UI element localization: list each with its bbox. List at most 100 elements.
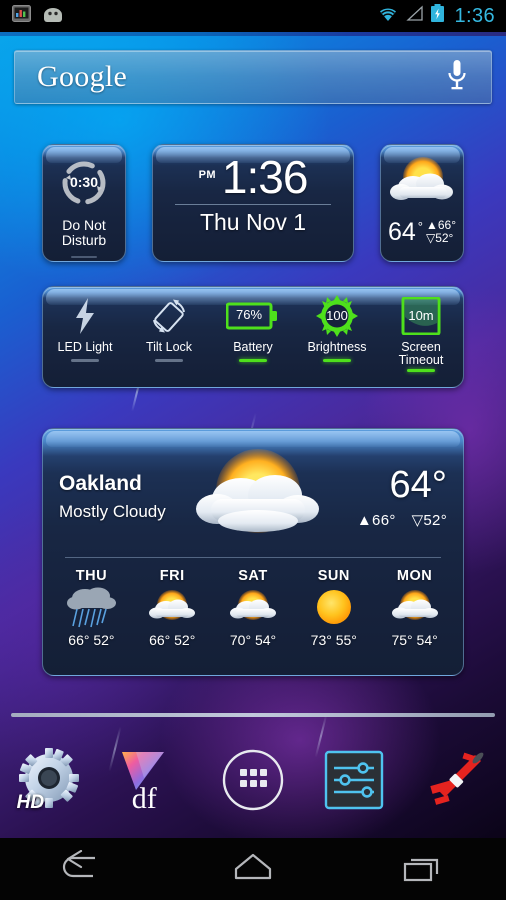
dock-item-app-drawer[interactable] [202,726,303,838]
weather-forecast-row: THU [43,558,463,648]
forecast-day[interactable]: SAT 70° 54° [213,568,294,648]
gear-hd-icon: HD [15,746,87,818]
forecast-low: 54° [417,632,438,648]
forecast-day[interactable]: THU [51,568,132,648]
sun-burst-icon: 100 [316,296,358,336]
forecast-high: 66° [149,632,170,648]
forecast-high: 75° [391,632,412,648]
forecast-day-name: SUN [318,568,350,584]
sun-icon [308,585,360,629]
do-not-disturb-widget[interactable]: 0:30 Do Not Disturb [42,144,126,262]
forecast-low: 52° [174,632,195,648]
wifi-icon [377,5,399,27]
toggle-state-bar [407,369,435,372]
dock-item-settings-hd[interactable]: HD [0,726,101,838]
sun-behind-cloud-icon [389,585,441,629]
mini-weather-low: ▽52° [426,232,456,245]
toggle-label: Battery [233,341,273,354]
mini-weather-degree: ° [418,219,423,234]
status-bar-notifications [0,5,377,27]
toggle-label-line2: Timeout [399,354,444,367]
recent-apps-icon [397,850,447,889]
toggle-battery[interactable]: 76% Battery [211,296,295,387]
toggle-tilt-lock[interactable]: Tilt Lock [127,296,211,387]
nav-recents-button[interactable] [337,838,506,900]
df-app-icon: df [116,746,188,818]
screen-timeout-value: 10m [401,308,441,323]
home-icon [228,850,278,889]
clock-time: 1:36 [222,155,308,200]
clock-date: Thu Nov 1 [153,209,353,236]
forecast-day[interactable]: MON 75° 54° [374,568,455,648]
mini-weather-widget[interactable]: 64 ° ▲66° ▽52° [380,144,464,262]
status-bar-clock: 1:36 [454,5,495,28]
status-bar[interactable]: 1:36 [0,0,506,32]
lightning-bolt-icon [71,296,99,336]
mini-weather-high: ▲66° [426,219,456,232]
forecast-temps: 66° 52° [149,632,195,648]
forecast-high: 73° [311,632,332,648]
chart-app-icon [12,5,31,27]
dock-item-sliders[interactable] [304,726,405,838]
toggle-state-bar [71,359,99,362]
weather-temperature: 64° [333,466,447,504]
weather-low: ▽52° [412,512,447,529]
forecast-high: 66° [68,632,89,648]
cell-signal-icon [405,5,424,27]
nav-back-button[interactable] [0,838,169,900]
brightness-value: 100 [316,308,358,323]
toggle-label: Brightness [307,341,366,354]
toggle-label: LED Light [58,341,113,354]
dock-divider [11,713,495,717]
status-bar-accent-strip [0,32,506,36]
clock-meridiem: PM [199,169,216,181]
red-airplane-icon [423,749,487,816]
toggle-led-light[interactable]: LED Light [43,296,127,387]
rain-cloud-icon [65,585,117,629]
forecast-temps: 66° 52° [68,632,114,648]
microphone-icon[interactable] [445,58,469,97]
forecast-day[interactable]: FRI 66° 52° [132,568,213,648]
clock-divider [175,204,331,205]
weather-city: Oakland [59,472,183,496]
battery-icon: 76% [226,296,280,336]
toggle-state-bar [323,359,351,362]
dock-item-df-app[interactable]: df [101,726,202,838]
battery-value: 76% [226,307,272,322]
sliders-panel-icon [323,749,385,816]
dnd-label-line1: Do Not [62,218,106,233]
android-head-icon [40,6,66,27]
app-drawer-icon [222,749,284,816]
google-logo: Google [37,60,127,94]
sun-behind-cloud-icon [146,585,198,629]
weather-condition: Mostly Cloudy [59,502,183,522]
forecast-day-name: THU [76,568,107,584]
forecast-day-name: FRI [160,568,185,584]
dnd-state-bar [71,256,97,258]
forecast-low: 55° [336,632,357,648]
forecast-low: 52° [93,632,114,648]
forecast-temps: 75° 54° [391,632,437,648]
forecast-day[interactable]: SUN 73° 55° [293,568,374,648]
toggle-label: Screen Timeout [399,341,444,367]
dock-item-airplane[interactable] [405,726,506,838]
clock-widget[interactable]: PM 1:36 Thu Nov 1 [152,144,354,262]
google-search-bar[interactable]: Google [14,50,492,104]
toggle-brightness[interactable]: 100 Brightness [295,296,379,387]
toggle-screen-timeout[interactable]: 10m Screen Timeout [379,296,463,387]
sun-behind-cloud-icon [227,585,279,629]
sun-behind-cloud-icon [381,147,463,219]
dnd-timer: 0:30 [58,174,110,190]
back-arrow-icon [59,850,109,889]
weather-widget[interactable]: Oakland Mostly Cloudy [42,428,464,676]
dock-label-hd: HD [17,792,44,814]
nav-home-button[interactable] [169,838,338,900]
quick-toggles-panel[interactable]: LED Light Tilt Lock [42,286,464,388]
mini-weather-temp: 64 [388,220,416,245]
do-not-disturb-circle-icon: 0:30 [58,157,110,209]
sun-behind-cloud-icon [183,439,333,551]
forecast-temps: 70° 54° [230,632,276,648]
toggle-state-bar [155,359,183,362]
toggle-label: Tilt Lock [146,341,192,354]
forecast-high: 70° [230,632,251,648]
